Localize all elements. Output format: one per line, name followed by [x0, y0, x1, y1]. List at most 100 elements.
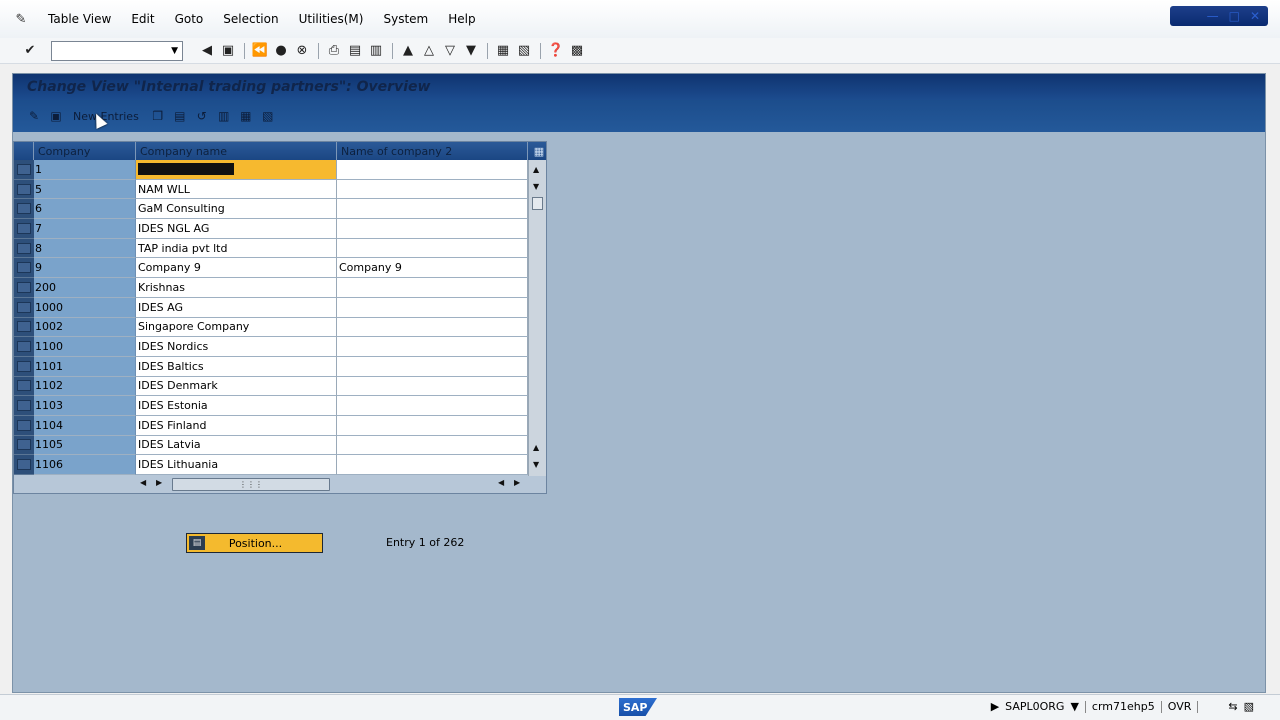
cell-name2-input[interactable]: [337, 238, 528, 259]
status-lock-icon[interactable]: ▧: [1244, 700, 1254, 713]
row-selector[interactable]: [14, 337, 34, 357]
next-page-icon[interactable]: ▽: [440, 41, 460, 61]
cell-company-name-input[interactable]: Krishnas: [136, 278, 337, 298]
cell-company-name-input[interactable]: IDES Baltics: [136, 356, 337, 377]
row-selector[interactable]: [14, 356, 34, 377]
cancel-icon[interactable]: ⊗: [292, 41, 312, 61]
deselect-all-icon[interactable]: ▧: [257, 106, 279, 126]
save-icon[interactable]: ▣: [218, 41, 238, 61]
scroll-up-icon[interactable]: ▲: [533, 165, 539, 174]
cell-name2-input[interactable]: [337, 297, 528, 318]
row-selector[interactable]: [14, 415, 34, 436]
row-selector[interactable]: [14, 258, 34, 279]
program-dropdown-icon[interactable]: ▼: [1070, 700, 1078, 713]
cell-name2-input[interactable]: Company 9: [337, 258, 528, 279]
back-icon[interactable]: ⏪: [250, 41, 270, 61]
vertical-scroll-thumb[interactable]: [532, 197, 543, 210]
delete-icon[interactable]: ▤: [169, 106, 191, 126]
row-selector[interactable]: [14, 297, 34, 318]
exit-icon[interactable]: ●: [271, 41, 291, 61]
cell-company-name-input[interactable]: IDES NGL AG: [136, 219, 337, 239]
command-input[interactable]: [52, 41, 162, 60]
insert-mode[interactable]: OVR: [1168, 700, 1192, 713]
help-icon[interactable]: ❓: [546, 41, 566, 61]
cell-company-name-input[interactable]: Company 9: [136, 258, 337, 279]
cell-name2-input[interactable]: [337, 435, 528, 456]
previous-page-icon[interactable]: △: [419, 41, 439, 61]
cell-name2-input[interactable]: [337, 278, 528, 298]
column-header-company[interactable]: Company: [34, 142, 136, 160]
cell-name2-input[interactable]: [337, 396, 528, 416]
scroll-left-icon[interactable]: ◀: [140, 478, 146, 487]
menu-goto[interactable]: Goto: [165, 12, 214, 26]
row-selector[interactable]: [14, 199, 34, 220]
cell-name2-input[interactable]: [337, 455, 528, 475]
row-selector[interactable]: [14, 455, 34, 475]
find-icon[interactable]: ▤: [345, 41, 365, 61]
status-connection-icon[interactable]: ⇆: [1228, 700, 1237, 713]
cell-company-name-input[interactable]: IDES Lithuania: [136, 455, 337, 475]
minimize-icon[interactable]: —: [1207, 9, 1219, 23]
find-next-icon[interactable]: ▥: [366, 41, 386, 61]
cell-name2-input[interactable]: [337, 317, 528, 338]
last-page-icon[interactable]: ▼: [461, 41, 481, 61]
scroll-down-icon[interactable]: ▼: [533, 460, 539, 469]
row-selector[interactable]: [14, 317, 34, 338]
menu-edit[interactable]: Edit: [121, 12, 164, 26]
cell-company-name-input[interactable]: IDES Estonia: [136, 396, 337, 416]
row-selector[interactable]: [14, 396, 34, 416]
menu-logo-icon[interactable]: ✎: [10, 8, 32, 30]
cell-company-name-input[interactable]: IDES Finland: [136, 415, 337, 436]
page-down-icon[interactable]: ▼: [533, 182, 539, 191]
command-field[interactable]: ▼: [51, 40, 183, 61]
status-expand-icon[interactable]: ▶: [991, 700, 999, 713]
display-change-icon[interactable]: ✎: [23, 106, 45, 126]
cell-company-name-input[interactable]: Singapore Company: [136, 317, 337, 338]
menu-utilities[interactable]: Utilities(M): [289, 12, 374, 26]
cell-company-name-input[interactable]: IDES Denmark: [136, 376, 337, 397]
scroll-right-icon[interactable]: ▶: [156, 478, 162, 487]
back-triangle-icon[interactable]: ◀: [197, 41, 217, 61]
close-icon[interactable]: ✕: [1250, 9, 1260, 23]
new-session-icon[interactable]: ▦: [493, 41, 513, 61]
row-selector[interactable]: [14, 160, 34, 180]
cell-company-name-input[interactable]: NAM WLL: [136, 179, 337, 200]
shortcut-icon[interactable]: ▧: [514, 41, 534, 61]
cell-company-name-input[interactable]: IDES Nordics: [136, 337, 337, 357]
horizontal-scroll-thumb[interactable]: ⋮⋮⋮: [172, 478, 330, 491]
cell-name2-input[interactable]: [337, 199, 528, 220]
maximize-icon[interactable]: □: [1229, 9, 1240, 23]
column-header-name2[interactable]: Name of company 2: [337, 142, 528, 160]
first-page-icon[interactable]: ▲: [398, 41, 418, 61]
other-view-icon[interactable]: ▣: [45, 106, 67, 126]
column-header-company-name[interactable]: Company name: [136, 142, 337, 160]
menu-selection[interactable]: Selection: [213, 12, 288, 26]
menu-table-view[interactable]: Table View: [38, 12, 121, 26]
cell-company-name-input[interactable]: IDES Latvia: [136, 435, 337, 456]
cell-name2-input[interactable]: [337, 376, 528, 397]
row-selector[interactable]: [14, 376, 34, 397]
cell-name2-input[interactable]: [337, 160, 528, 180]
cell-name2-input[interactable]: [337, 356, 528, 377]
copy-as-icon[interactable]: ❐: [147, 106, 169, 126]
select-all-icon[interactable]: ▥: [213, 106, 235, 126]
cell-name2-input[interactable]: [337, 219, 528, 239]
scroll-right-end-icon[interactable]: ▶: [514, 478, 520, 487]
cell-company-name-input[interactable]: IDES AG: [136, 297, 337, 318]
horizontal-scrollbar[interactable]: ◀ ▶ ⋮⋮⋮ ◀ ▶: [136, 476, 528, 493]
cell-name2-input[interactable]: [337, 415, 528, 436]
scroll-left-end-icon[interactable]: ◀: [498, 478, 504, 487]
select-all-column-header[interactable]: [14, 142, 34, 160]
row-selector[interactable]: [14, 435, 34, 456]
cell-name2-input[interactable]: [337, 337, 528, 357]
row-selector[interactable]: [14, 179, 34, 200]
vertical-scrollbar[interactable]: ▲ ▼ ▲ ▼: [528, 160, 546, 476]
layout-menu-icon[interactable]: ▩: [567, 41, 587, 61]
cell-company-name-input[interactable]: TAP india pvt ltd: [136, 238, 337, 259]
row-selector[interactable]: [14, 219, 34, 239]
print-icon[interactable]: ⎙: [324, 41, 344, 61]
menu-system[interactable]: System: [373, 12, 438, 26]
cell-name2-input[interactable]: [337, 179, 528, 200]
row-selector[interactable]: [14, 238, 34, 259]
table-settings-icon[interactable]: ▦: [528, 142, 546, 160]
